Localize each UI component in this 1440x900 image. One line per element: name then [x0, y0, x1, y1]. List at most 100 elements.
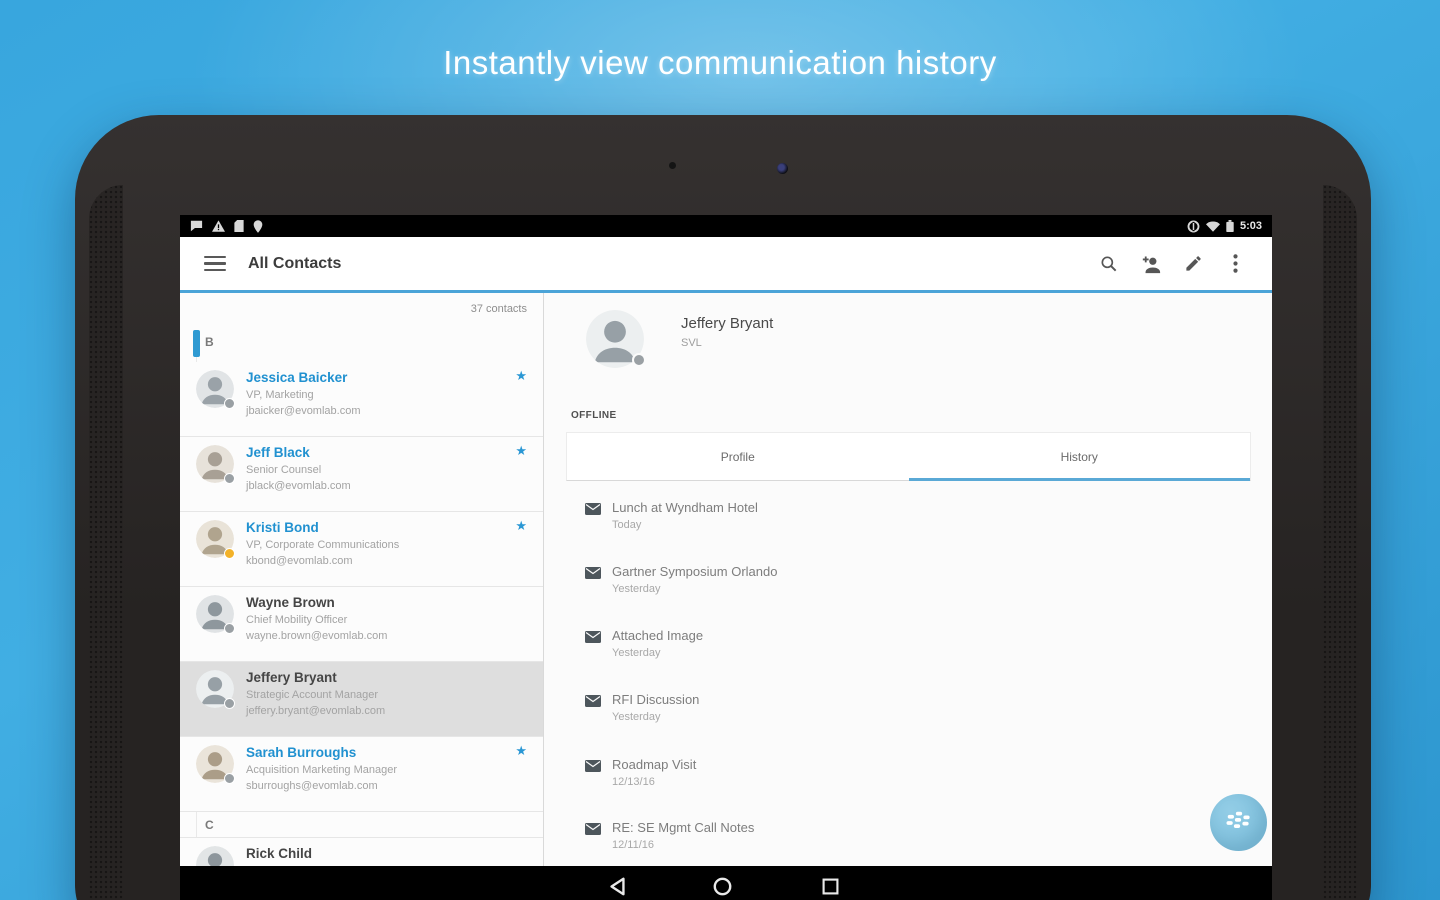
favorite-star-icon[interactable]: ★ — [515, 743, 527, 759]
section-header-c: C — [205, 818, 214, 832]
history-date: Today — [612, 519, 642, 531]
history-item[interactable]: RFI Discussion Yesterday — [544, 692, 1272, 740]
contact-email: kbond@evomlab.com — [246, 555, 353, 567]
detail-contact-subtitle: SVL — [681, 337, 702, 349]
blackberry-fab-button[interactable] — [1210, 794, 1267, 851]
battery-icon — [1226, 220, 1234, 232]
overflow-menu-icon[interactable] — [1222, 251, 1248, 277]
status-clock: 5:03 — [1239, 220, 1262, 232]
email-icon — [585, 823, 601, 835]
app-bar-actions — [1096, 251, 1272, 277]
index-scroll-thumb[interactable] — [193, 330, 200, 357]
wifi-icon — [1205, 221, 1220, 232]
history-item[interactable]: Lunch at Wyndham Hotel Today — [544, 500, 1272, 548]
left-speaker-grille — [89, 185, 123, 900]
history-item[interactable]: RE: SE Mgmt Call Notes 12/11/16 — [544, 820, 1272, 868]
tablet-screen: 5:03 All Contacts 37 contacts B Jessica … — [180, 215, 1272, 900]
history-title: Gartner Symposium Orlando — [612, 564, 778, 579]
contact-email: jeffery.bryant@evomlab.com — [246, 705, 386, 717]
history-date: Yesterday — [612, 711, 661, 723]
contact-row-sarah-burroughs[interactable]: Sarah Burroughs Acquisition Marketing Ma… — [180, 737, 543, 812]
contact-name: Sarah Burroughs — [246, 745, 357, 760]
recents-button[interactable] — [815, 874, 845, 898]
light-sensor — [669, 162, 676, 169]
presence-dot — [224, 473, 235, 484]
presence-dot — [224, 773, 235, 784]
android-nav-bar — [180, 866, 1272, 900]
contact-email: jbaicker@evomlab.com — [246, 405, 361, 417]
pane-divider — [543, 293, 544, 866]
contact-email: wayne.brown@evomlab.com — [246, 630, 388, 642]
contact-name: Wayne Brown — [246, 595, 335, 610]
front-camera — [777, 163, 788, 174]
contacts-count: 37 contacts — [470, 303, 527, 315]
location-icon — [253, 219, 263, 233]
tab-profile[interactable]: Profile — [567, 433, 909, 480]
contact-email: jblack@evomlab.com — [246, 480, 351, 492]
section-header-b: B — [205, 335, 214, 349]
history-title: Roadmap Visit — [612, 757, 697, 772]
history-date: 12/11/16 — [612, 839, 655, 851]
detail-tabs: Profile History — [566, 432, 1251, 481]
contact-row-wayne-brown[interactable]: Wayne Brown Chief Mobility Officer wayne… — [180, 587, 543, 662]
marketing-background: Instantly view communication history 5:0… — [0, 0, 1440, 900]
availability-label: OFFLINE — [571, 410, 617, 421]
favorite-star-icon[interactable]: ★ — [515, 368, 527, 384]
email-icon — [585, 567, 601, 579]
favorite-star-icon[interactable]: ★ — [515, 443, 527, 459]
app-bar: All Contacts — [180, 237, 1272, 290]
warning-icon — [212, 220, 225, 232]
sim-icon — [234, 220, 244, 232]
hero-title: Instantly view communication history — [443, 44, 997, 81]
menu-icon[interactable] — [204, 252, 226, 276]
contact-title: Chief Mobility Officer — [246, 614, 348, 626]
history-item[interactable]: Gartner Symposium Orlando Yesterday — [544, 564, 1272, 612]
history-item[interactable]: Attached Image Yesterday — [544, 628, 1272, 676]
history-title: Attached Image — [612, 628, 704, 643]
contact-row-kristi-bond[interactable]: Kristi Bond VP, Corporate Communications… — [180, 512, 543, 587]
history-date: 12/13/16 — [612, 776, 655, 788]
contact-name: Jeffery Bryant — [246, 670, 337, 685]
contact-detail-panel: Jeffery Bryant SVL OFFLINE Profile Histo… — [544, 293, 1272, 900]
presence-dot — [224, 623, 235, 634]
contacts-list-panel: 37 contacts B Jessica Baicker VP, Market… — [180, 293, 543, 900]
compose-icon[interactable] — [1180, 251, 1206, 277]
contact-title: VP, Marketing — [246, 389, 314, 401]
contact-name: Rick Child — [246, 846, 313, 861]
app-bar-accent-divider — [180, 290, 1272, 293]
tab-history[interactable]: History — [908, 433, 1251, 481]
contact-row-jessica-baicker[interactable]: Jessica Baicker VP, Marketing jbaicker@e… — [180, 362, 543, 437]
message-icon — [190, 220, 203, 232]
contact-name: Kristi Bond — [246, 520, 319, 535]
detail-contact-name: Jeffery Bryant — [681, 315, 774, 332]
contact-name: Jeff Black — [246, 445, 310, 460]
email-icon — [585, 631, 601, 643]
contact-title: Senior Counsel — [246, 464, 322, 476]
data-usage-icon — [1187, 220, 1200, 233]
search-icon[interactable] — [1096, 251, 1122, 277]
history-date: Yesterday — [612, 647, 661, 659]
contact-title: Strategic Account Manager — [246, 689, 379, 701]
contact-row-jeffery-bryant[interactable]: Jeffery Bryant Strategic Account Manager… — [180, 662, 543, 737]
presence-dot — [224, 398, 235, 409]
history-title: RFI Discussion — [612, 692, 700, 707]
favorite-star-icon[interactable]: ★ — [515, 518, 527, 534]
back-button[interactable] — [602, 874, 632, 898]
contact-row-jeff-black[interactable]: Jeff Black Senior Counsel jblack@evomlab… — [180, 437, 543, 512]
history-date: Yesterday — [612, 583, 661, 595]
status-system-icons: 5:03 — [1187, 220, 1272, 233]
email-icon — [585, 760, 601, 772]
blackberry-logo-icon — [1226, 811, 1250, 828]
status-notification-icons — [180, 219, 263, 233]
contact-title: Acquisition Marketing Manager — [246, 764, 398, 776]
email-icon — [585, 695, 601, 707]
history-item[interactable]: Roadmap Visit 12/13/16 — [544, 757, 1272, 805]
email-icon — [585, 503, 601, 515]
home-button[interactable] — [707, 874, 737, 898]
contact-email: sburroughs@evomlab.com — [246, 780, 378, 792]
add-contact-icon[interactable] — [1138, 251, 1164, 277]
tablet-device: 5:03 All Contacts 37 contacts B Jessica … — [75, 115, 1371, 900]
contact-name: Jessica Baicker — [246, 370, 348, 385]
page-title: All Contacts — [248, 254, 342, 272]
section-c: C — [180, 812, 543, 838]
